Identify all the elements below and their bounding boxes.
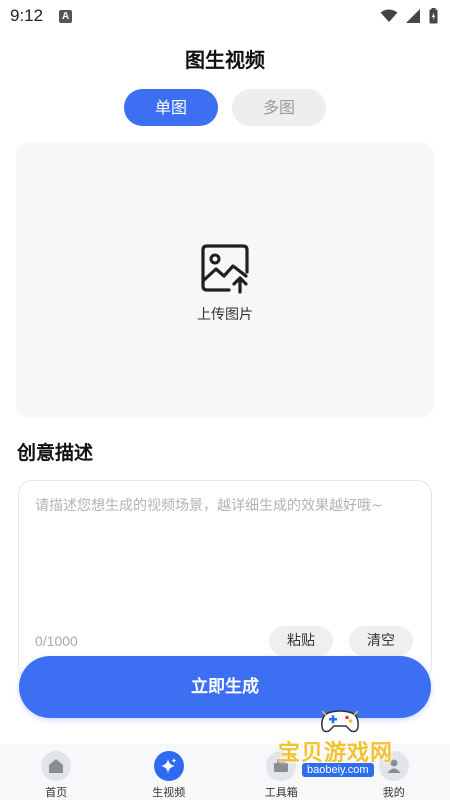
description-heading: 创意描述 <box>17 442 94 464</box>
nav-label-profile: 我的 <box>382 786 405 799</box>
nav-label-home: 首页 <box>45 786 68 799</box>
upload-image-card[interactable]: 上传图片 <box>16 142 434 418</box>
generate-button[interactable]: 立即生成 <box>19 656 431 718</box>
nav-label-toolbox: 工具箱 <box>264 786 298 799</box>
tab-multi-image[interactable]: 多图 <box>232 89 326 126</box>
user-icon <box>378 751 409 781</box>
signal-icon <box>406 9 420 23</box>
clear-button[interactable]: 清空 <box>349 626 413 656</box>
status-bar: 9:12 A <box>0 0 450 32</box>
notification-badge: A <box>59 9 73 23</box>
battery-icon <box>429 8 438 24</box>
upload-label: 上传图片 <box>197 307 253 323</box>
nav-item-home[interactable]: 首页 <box>0 744 113 800</box>
home-icon <box>41 751 72 781</box>
wifi-icon <box>380 9 398 22</box>
bottom-nav: 首页 生视频 工具箱 我的 <box>0 744 450 800</box>
app-screen: 9:12 A 图生视频 单图 多图 上传图片 创意描述 请描述您想生成的视频场景… <box>0 0 450 800</box>
nav-item-toolbox[interactable]: 工具箱 <box>225 744 338 800</box>
sparkle-icon <box>153 751 184 781</box>
nav-item-generate-video[interactable]: 生视频 <box>113 744 226 800</box>
nav-item-profile[interactable]: 我的 <box>338 744 450 800</box>
description-input[interactable] <box>35 495 419 615</box>
paste-button[interactable]: 粘贴 <box>269 626 333 656</box>
description-card: 0/1000 粘贴 清空 <box>18 480 432 680</box>
tab-single-image[interactable]: 单图 <box>124 89 218 126</box>
status-icons <box>380 8 438 24</box>
nav-label-generate-video: 生视频 <box>152 786 186 799</box>
toolbox-icon <box>266 751 297 781</box>
char-count: 0/1000 <box>35 633 78 649</box>
page-title: 图生视频 <box>185 48 265 72</box>
image-upload-icon <box>201 244 249 294</box>
status-time: 9:12 <box>10 6 44 25</box>
